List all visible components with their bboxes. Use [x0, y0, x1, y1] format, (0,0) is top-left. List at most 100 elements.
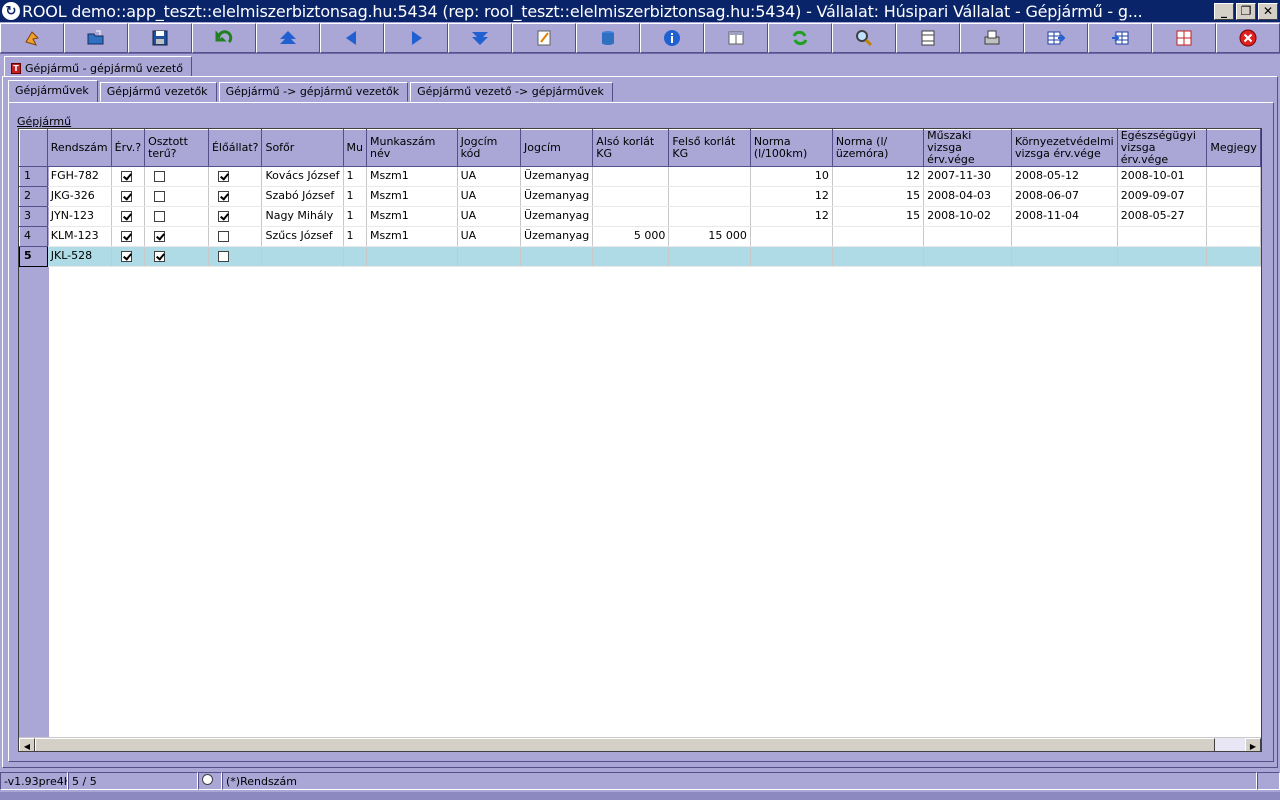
- checkbox-cell-osztott[interactable]: [144, 186, 209, 207]
- form-view-button[interactable]: [704, 23, 768, 53]
- cell-sofor[interactable]: Nagy Mihály: [261, 206, 344, 227]
- checkbox-cell-eloallat[interactable]: [208, 226, 263, 247]
- checkbox-cell-osztott[interactable]: [144, 226, 209, 247]
- cell-megjegyzes[interactable]: [1206, 166, 1261, 187]
- checkbox-cell-osztott[interactable]: [144, 166, 209, 187]
- cell-also[interactable]: 5 000: [592, 226, 670, 247]
- checkbox-cell-eloallat[interactable]: [208, 166, 263, 187]
- scroll-left-icon[interactable]: ◀: [19, 738, 35, 751]
- cell-muszaki[interactable]: [923, 226, 1013, 247]
- cell-felso[interactable]: [668, 186, 751, 207]
- database-button[interactable]: [576, 23, 640, 53]
- cell-jogcim_kod[interactable]: [457, 246, 522, 267]
- cell-megjegyzes[interactable]: [1206, 226, 1261, 247]
- cell-norma_ora[interactable]: 15: [832, 186, 925, 207]
- checkbox[interactable]: [217, 171, 229, 182]
- cell-kornyezet[interactable]: 2008-05-12: [1011, 166, 1118, 187]
- scroll-right-icon[interactable]: ▶: [1245, 738, 1261, 751]
- column-header[interactable]: Munkaszám név: [365, 129, 458, 167]
- cell-kornyezet[interactable]: 2008-06-07: [1011, 186, 1118, 207]
- cell-munkaszam[interactable]: [366, 246, 458, 267]
- window-tab[interactable]: T Gépjármű - gépjármű vezető: [4, 56, 192, 77]
- tab-gepjarmu-vezetok[interactable]: Gépjármű vezetők: [99, 82, 217, 102]
- cell-munkaszam[interactable]: Mszm1: [366, 226, 458, 247]
- cell-felso[interactable]: [668, 246, 751, 267]
- grid-import-button[interactable]: [1088, 23, 1152, 53]
- checkbox[interactable]: [154, 171, 166, 182]
- cell-jogcim[interactable]: Üzemanyag: [520, 226, 594, 247]
- info-button[interactable]: [640, 23, 704, 53]
- cell-jogcim[interactable]: Üzemanyag: [520, 186, 594, 207]
- cell-egeszseg[interactable]: [1117, 226, 1208, 247]
- cell-jogcim[interactable]: Üzemanyag: [520, 206, 594, 227]
- refresh-button[interactable]: [768, 23, 832, 53]
- table-row[interactable]: 4 KLM-123 Szűcs József 1 Mszm1 UA Üzemanyag 5 0…: [19, 226, 1261, 247]
- cell-norma_ora[interactable]: [832, 226, 925, 247]
- cell-also[interactable]: [592, 206, 670, 227]
- checkbox[interactable]: [120, 171, 132, 182]
- column-header[interactable]: Felső korlát KG: [668, 129, 751, 167]
- cell-egeszseg[interactable]: 2009-09-07: [1117, 186, 1208, 207]
- table-row[interactable]: 1 FGH-782 Kovács József 1 Mszm1 UA Üzemanyag 10…: [19, 166, 1261, 187]
- cell-egeszseg[interactable]: 2008-05-27: [1117, 206, 1208, 227]
- checkbox[interactable]: [217, 231, 229, 242]
- checkbox[interactable]: [154, 251, 166, 262]
- checkbox[interactable]: [120, 231, 132, 242]
- row-header[interactable]: 5: [19, 246, 48, 267]
- column-header[interactable]: Norma (l/üzemóra): [831, 129, 925, 167]
- cell-munkaszam[interactable]: Mszm1: [366, 186, 458, 207]
- run-button[interactable]: [0, 23, 64, 53]
- checkbox[interactable]: [120, 191, 132, 202]
- checkbox[interactable]: [217, 191, 229, 202]
- cell-muszaki[interactable]: 2008-04-03: [923, 186, 1013, 207]
- cell-felso[interactable]: 15 000: [668, 226, 751, 247]
- minimize-button[interactable]: _: [1214, 2, 1234, 20]
- cell-mu[interactable]: [343, 246, 367, 267]
- row-header[interactable]: 1: [19, 166, 48, 187]
- cell-mu[interactable]: 1: [343, 206, 367, 227]
- grid-export-button[interactable]: [1024, 23, 1088, 53]
- row-header[interactable]: 4: [19, 226, 48, 247]
- save-button[interactable]: [128, 23, 192, 53]
- first-record-button[interactable]: [256, 23, 320, 53]
- cell-norma_km[interactable]: [750, 246, 833, 267]
- cell-rendszam[interactable]: JKL-528: [47, 246, 112, 267]
- cell-norma_km[interactable]: 12: [750, 186, 833, 207]
- checkbox-cell-erv[interactable]: [111, 226, 146, 247]
- checkbox[interactable]: [120, 251, 132, 262]
- table-row[interactable]: 3 JYN-123 Nagy Mihály 1 Mszm1 UA Üzemanyag 12 15…: [19, 206, 1261, 227]
- column-header[interactable]: Környezetvédelmi vizsga érv.vége: [1011, 129, 1118, 167]
- cell-mu[interactable]: 1: [343, 186, 367, 207]
- cell-jogcim_kod[interactable]: UA: [457, 186, 522, 207]
- column-header[interactable]: Rendszám: [46, 129, 112, 167]
- cell-mu[interactable]: 1: [343, 166, 367, 187]
- cell-norma_km[interactable]: 12: [750, 206, 833, 227]
- cell-egeszseg[interactable]: [1117, 246, 1208, 267]
- checkbox[interactable]: [120, 211, 132, 222]
- cell-kornyezet[interactable]: [1011, 226, 1118, 247]
- column-header[interactable]: Egészségügyi vizsga érv.vége: [1116, 129, 1208, 167]
- corner-header[interactable]: [19, 129, 48, 167]
- tab-gepjarmuvek[interactable]: Gépjárművek: [8, 80, 98, 102]
- column-button[interactable]: [896, 23, 960, 53]
- column-header[interactable]: Osztott terű?: [144, 129, 209, 167]
- cell-sofor[interactable]: Szabó József: [261, 186, 344, 207]
- last-record-button[interactable]: [448, 23, 512, 53]
- cell-egeszseg[interactable]: 2008-10-01: [1117, 166, 1208, 187]
- checkbox[interactable]: [154, 211, 166, 222]
- scrollbar-thumb[interactable]: [35, 738, 1215, 751]
- cell-megjegyzes[interactable]: [1206, 246, 1261, 267]
- undo-button[interactable]: [192, 23, 256, 53]
- checkbox-cell-erv[interactable]: [111, 166, 146, 187]
- cell-also[interactable]: [592, 186, 670, 207]
- cell-norma_ora[interactable]: 12: [832, 166, 925, 187]
- previous-button[interactable]: [320, 23, 384, 53]
- table-row[interactable]: 2 JKG-326 Szabó József 1 Mszm1 UA Üzemanyag 12 1…: [19, 186, 1261, 207]
- row-header[interactable]: 3: [19, 206, 48, 227]
- checkbox-cell-eloallat[interactable]: [208, 206, 263, 227]
- edit-button[interactable]: [512, 23, 576, 53]
- cell-norma_km[interactable]: 10: [750, 166, 833, 187]
- cell-sofor[interactable]: Szűcs József: [261, 226, 344, 247]
- cell-rendszam[interactable]: KLM-123: [47, 226, 112, 247]
- checkbox-cell-erv[interactable]: [111, 206, 146, 227]
